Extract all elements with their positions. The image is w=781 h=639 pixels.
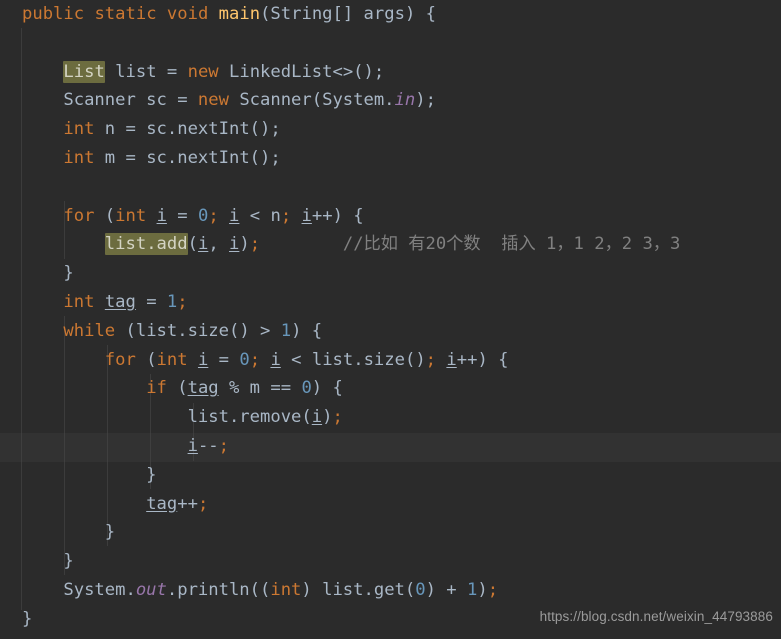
usage-highlight-list-type[interactable]: List (63, 60, 105, 83)
code-line-1[interactable]: public static void main(String[] args) { (0, 0, 436, 29)
code-line-12[interactable]: while (list.size() > 1) { (0, 317, 322, 346)
code-line-10[interactable]: } (0, 259, 73, 288)
code-line-8[interactable]: for (int i = 0; i < n; i++) { (0, 202, 363, 231)
code-line-19[interactable]: } (0, 518, 115, 547)
code-line-13[interactable]: for (int i = 0; i < list.size(); i++) { (0, 346, 509, 375)
code-line-5[interactable]: int n = sc.nextInt(); (0, 115, 280, 144)
inline-comment: //比如 有20个数 插入 1，1 2，2 3，3 (342, 234, 681, 255)
code-line-11[interactable]: int tag = 1; (0, 288, 187, 317)
code-line-15[interactable]: list.remove(i); (0, 403, 343, 432)
code-line-22[interactable]: } (0, 605, 32, 634)
code-line-18[interactable]: tag++; (0, 490, 208, 519)
code-line-4[interactable]: Scanner sc = new Scanner(System.in); (0, 86, 436, 115)
code-line-20[interactable]: } (0, 547, 73, 576)
code-line-14[interactable]: if (tag % m == 0) { (0, 374, 343, 403)
code-line-9[interactable]: list.add(i, i); //比如 有20个数 插入 1，1 2，2 3，… (0, 230, 680, 259)
code-line-17[interactable]: } (0, 461, 156, 490)
code-line-7[interactable] (0, 173, 22, 202)
code-line-21[interactable]: System.out.println((int) list.get(0) + 1… (0, 576, 498, 605)
code-line-6[interactable]: int m = sc.nextInt(); (0, 144, 280, 173)
blog-watermark: https://blog.csdn.net/weixin_44793886 (539, 609, 773, 625)
code-editor-viewport[interactable]: public static void main(String[] args) {… (0, 0, 781, 639)
code-line-16[interactable]: i--; (0, 432, 229, 461)
code-line-2[interactable] (0, 29, 22, 58)
usage-highlight-list-add[interactable]: list.add (104, 233, 188, 256)
code-line-3[interactable]: List list = new LinkedList<>(); (0, 58, 384, 87)
